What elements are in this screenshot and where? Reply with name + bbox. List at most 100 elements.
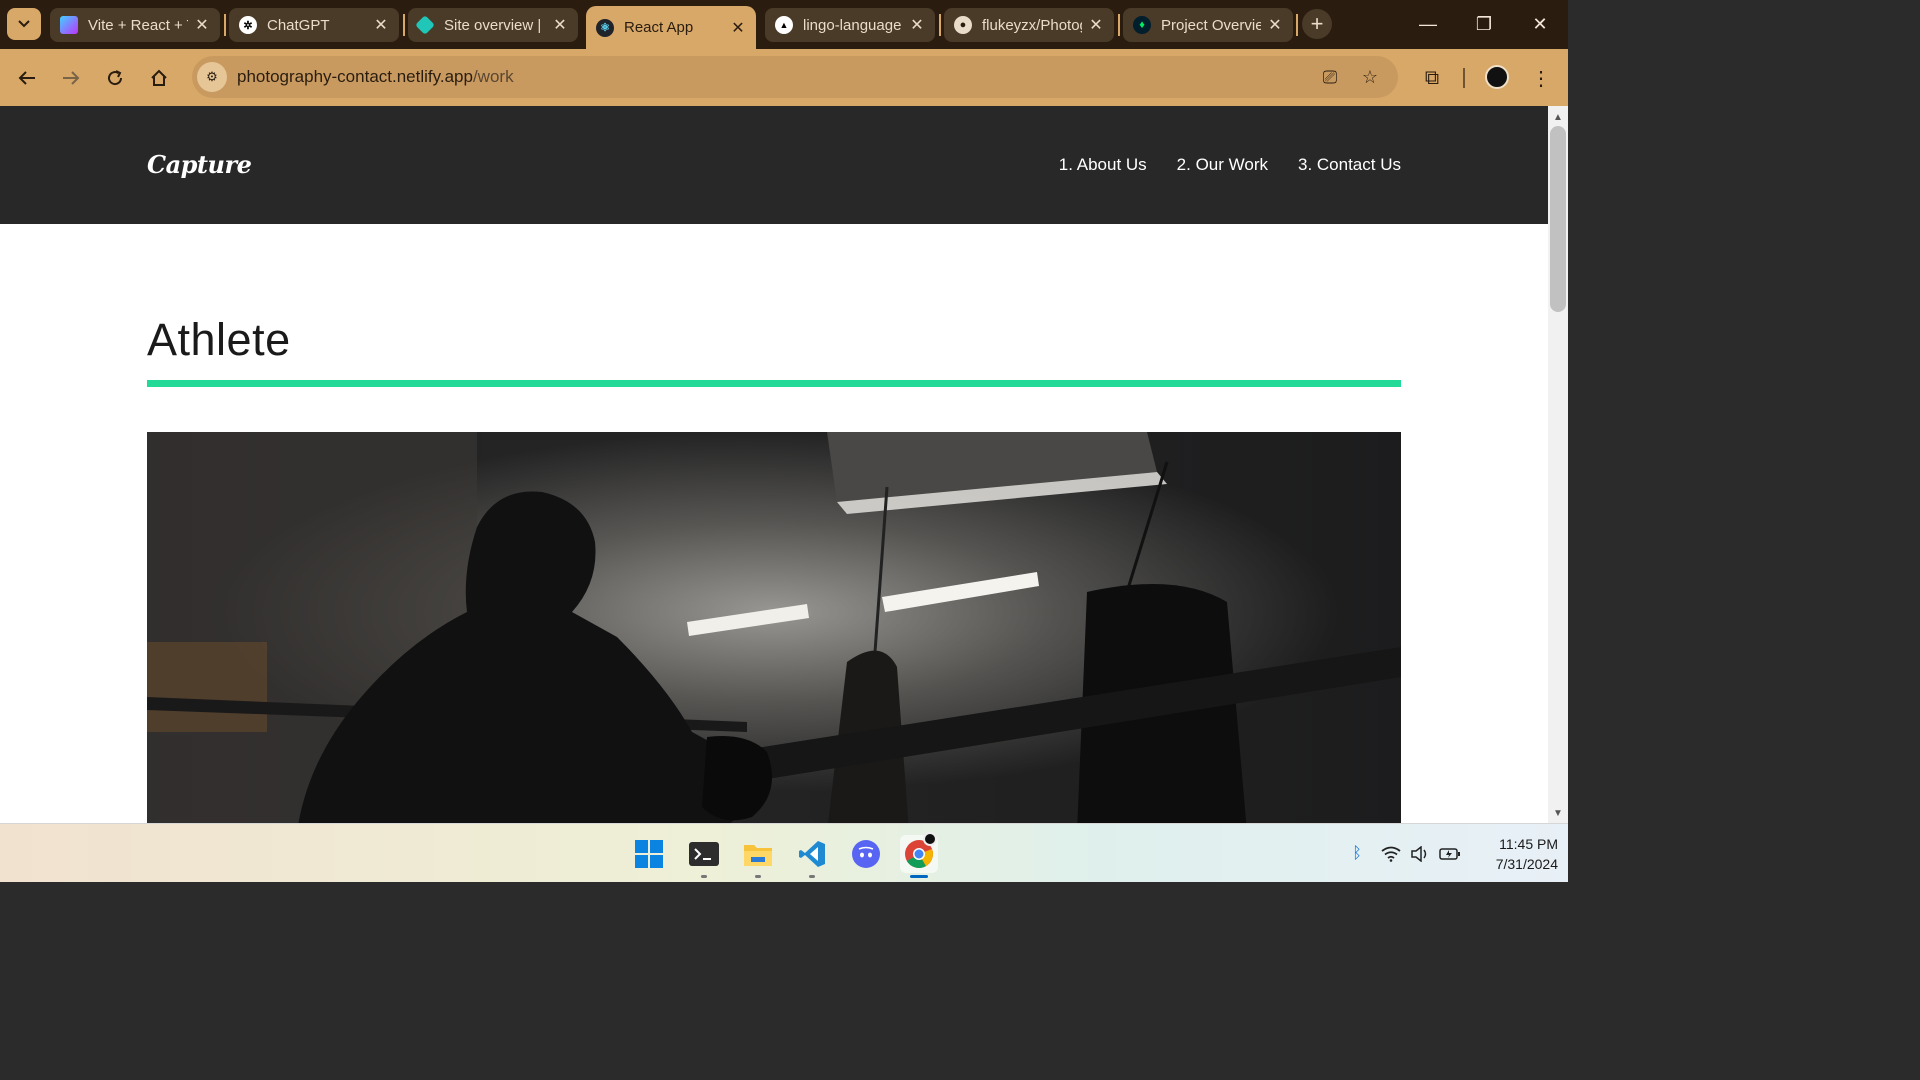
tab-title: Vite + React + TS: [88, 16, 188, 34]
scrollbar-thumb[interactable]: [1550, 126, 1566, 312]
react-icon: ⚛: [596, 18, 614, 37]
tab-separator: [403, 14, 405, 36]
battery-icon[interactable]: [1439, 843, 1461, 865]
bluetooth-icon[interactable]: ᛒ: [1346, 843, 1368, 865]
running-indicator: [809, 875, 815, 878]
back-button[interactable]: [10, 61, 44, 95]
close-icon[interactable]: ✕: [373, 15, 389, 35]
boxer-in-gym-photo[interactable]: [147, 432, 1401, 823]
page-title: Athlete: [147, 314, 291, 365]
site-info-button[interactable]: ⚙: [197, 62, 227, 92]
minimize-icon: —: [1419, 14, 1437, 34]
tab-title: ChatGPT: [267, 16, 330, 34]
close-icon[interactable]: ✕: [730, 18, 746, 38]
running-indicator: [701, 875, 707, 878]
tab-separator: [224, 14, 226, 36]
reload-icon: [108, 70, 123, 86]
restore-icon: ❐: [1475, 14, 1493, 34]
url-text[interactable]: photography-contact.netlify.app/work: [237, 67, 514, 87]
tab-react-app[interactable]: ⚛ React App ✕: [586, 6, 756, 49]
tab-lingo[interactable]: ▲ lingo-language ✕: [765, 8, 935, 42]
back-arrow-icon: [18, 71, 35, 85]
volume-icon[interactable]: [1409, 843, 1431, 865]
nav-our-work[interactable]: 2. Our Work: [1177, 155, 1268, 175]
bookmark-star-icon[interactable]: ☆: [1357, 64, 1383, 90]
vite-icon: [60, 16, 78, 34]
github-icon: ●: [954, 16, 972, 34]
wifi-icon[interactable]: [1380, 843, 1402, 865]
close-icon[interactable]: ✕: [552, 15, 568, 35]
restore-button[interactable]: ❐: [1456, 0, 1512, 49]
tab-strip: Vite + React + TS ✕ ✲ ChatGPT ✕ Site ove…: [0, 0, 1568, 49]
close-icon[interactable]: ✕: [909, 15, 925, 35]
nav-about-us[interactable]: 1. About Us: [1059, 155, 1147, 175]
chatgpt-icon: ✲: [239, 16, 257, 34]
tab-separator: [939, 14, 941, 36]
tab-separator: [1118, 14, 1120, 36]
menu-button[interactable]: ⋮: [1524, 61, 1558, 95]
vscode-icon[interactable]: [793, 835, 831, 873]
url-host: photography-contact.netlify.app: [237, 67, 473, 86]
active-indicator: [910, 875, 928, 878]
scroll-down-icon[interactable]: ▼: [1551, 806, 1565, 820]
nav-contact-us[interactable]: 3. Contact Us: [1298, 155, 1401, 175]
windows-taskbar: ᛒ 11:45 PM 7/31/2024: [0, 823, 1568, 882]
close-icon[interactable]: ✕: [1267, 15, 1283, 35]
chrome-icon[interactable]: [900, 832, 938, 873]
tab-title: React App: [624, 19, 694, 36]
site-header: Capture 1. About Us 2. Our Work 3. Conta…: [0, 106, 1548, 224]
page-viewport: Capture 1. About Us 2. Our Work 3. Conta…: [0, 106, 1548, 823]
windows-start-icon[interactable]: [630, 835, 668, 873]
tab-title: Project Overview: [1161, 16, 1261, 34]
tab-search-button[interactable]: [7, 8, 41, 40]
tab-vite[interactable]: Vite + React + TS ✕: [50, 8, 220, 42]
home-button[interactable]: [142, 61, 176, 95]
plus-icon: +: [1310, 11, 1324, 36]
toolbar-divider: [1463, 68, 1465, 88]
forward-button[interactable]: [54, 61, 88, 95]
close-window-button[interactable]: ✕: [1512, 0, 1568, 49]
reload-button[interactable]: [98, 61, 132, 95]
site-logo[interactable]: Capture: [147, 150, 252, 179]
address-bar[interactable]: ⚙ photography-contact.netlify.app/work ⎚…: [192, 56, 1398, 98]
clock-time: 11:45 PM: [1499, 836, 1558, 852]
tab-title: Site overview | Netlify: [444, 16, 546, 34]
profile-badge: [923, 832, 937, 846]
netlify-icon: [415, 15, 435, 35]
chevron-down-icon: [18, 20, 30, 28]
close-icon[interactable]: ✕: [1088, 15, 1104, 35]
tab-title: flukeyzx/Photography: [982, 16, 1082, 34]
system-clock[interactable]: 11:45 PM 7/31/2024: [1474, 834, 1558, 874]
close-icon[interactable]: ✕: [194, 15, 210, 35]
scroll-up-icon[interactable]: ▲: [1551, 110, 1565, 124]
puzzle-icon: ⧉: [1424, 66, 1440, 89]
site-nav: 1. About Us 2. Our Work 3. Contact Us: [1059, 155, 1401, 175]
tab-github[interactable]: ● flukeyzx/Photography ✕: [944, 8, 1114, 42]
discord-icon[interactable]: [847, 835, 885, 873]
tab-separator: [1296, 14, 1298, 36]
minimize-button[interactable]: —: [1400, 0, 1456, 49]
extensions-button[interactable]: ⧉: [1415, 61, 1449, 95]
browser-toolbar: ⚙ photography-contact.netlify.app/work ⎚…: [0, 49, 1568, 106]
photo-illustration: [147, 432, 1401, 823]
tab-netlify[interactable]: Site overview | Netlify ✕: [408, 8, 578, 42]
forward-arrow-icon: [63, 71, 80, 85]
install-app-icon[interactable]: ⎚: [1317, 64, 1343, 90]
more-vert-icon: ⋮: [1531, 67, 1551, 90]
tab-chatgpt[interactable]: ✲ ChatGPT ✕: [229, 8, 399, 42]
profile-avatar[interactable]: [1485, 65, 1509, 89]
tab-title: lingo-language: [803, 16, 902, 34]
tab-mongodb[interactable]: ♦ Project Overview ✕: [1123, 8, 1293, 42]
file-explorer-icon[interactable]: [739, 835, 777, 873]
mongodb-icon: ♦: [1133, 16, 1151, 34]
url-path: /work: [472, 67, 514, 86]
clock-date: 7/31/2024: [1495, 856, 1558, 872]
terminal-icon[interactable]: [685, 835, 723, 873]
title-underline: [147, 380, 1401, 387]
new-tab-button[interactable]: +: [1302, 9, 1332, 39]
close-icon: ✕: [1532, 14, 1548, 34]
tune-icon: ⚙: [206, 69, 218, 84]
vercel-icon: ▲: [775, 16, 793, 34]
home-icon: [151, 69, 167, 86]
running-indicator: [755, 875, 761, 878]
